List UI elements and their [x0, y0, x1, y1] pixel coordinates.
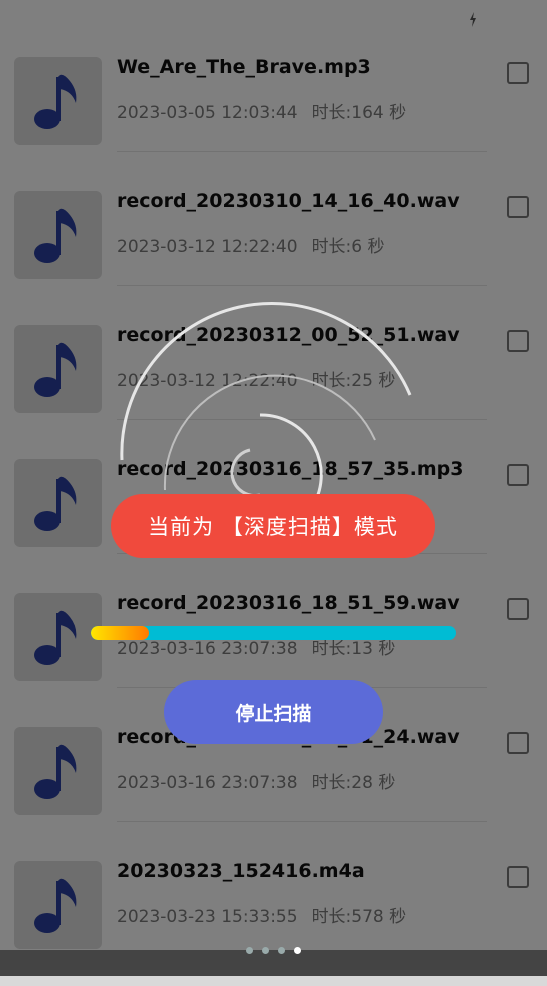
- scan-animation: [120, 301, 412, 511]
- page-dot: [246, 947, 253, 954]
- page-dot: [262, 947, 269, 954]
- page-indicator: [0, 947, 547, 954]
- stop-scan-button[interactable]: 停止扫描: [164, 680, 383, 744]
- page-dot: [294, 947, 301, 954]
- scan-progress-fill: [91, 626, 150, 640]
- scan-progress-bar: [91, 626, 456, 640]
- scan-mode-banner: 当前为 【深度扫描】模式: [111, 494, 435, 558]
- scan-overlay: 当前为 【深度扫描】模式 停止扫描: [0, 0, 547, 976]
- page-dot: [278, 947, 285, 954]
